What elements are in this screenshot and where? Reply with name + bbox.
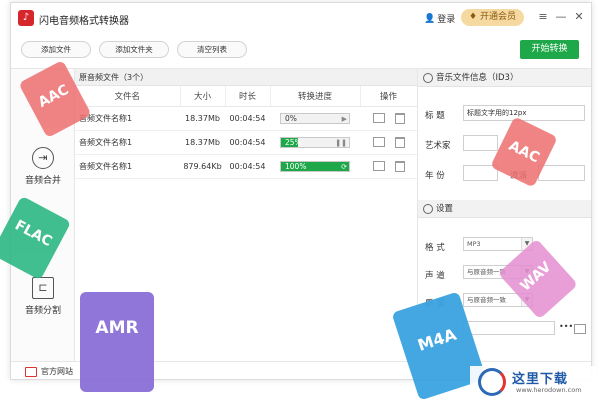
start-convert-button[interactable]: 开始转换 bbox=[520, 40, 579, 59]
add-file-button[interactable]: 添加文件 bbox=[21, 41, 91, 58]
progress-bar: 25% ❚❚ bbox=[280, 136, 350, 148]
trash-icon[interactable] bbox=[394, 136, 405, 148]
close-icon[interactable]: ✕ bbox=[571, 9, 587, 25]
split-icon: ⊏ bbox=[32, 277, 54, 299]
progress-cell: 25% ❚❚ bbox=[270, 130, 360, 155]
title-input[interactable]: 标题文字用的12px bbox=[463, 105, 585, 121]
menu-icon[interactable]: ≡ bbox=[535, 9, 551, 25]
col-progress: 转换进度 bbox=[270, 86, 361, 107]
file-size: 18.37Mb bbox=[180, 130, 225, 155]
year-label: 年 份 bbox=[425, 171, 445, 181]
folder-icon[interactable] bbox=[372, 161, 385, 171]
progress-label: 25% bbox=[285, 137, 302, 147]
file-list-header: 原音频文件（3个） bbox=[75, 69, 417, 86]
gear-icon bbox=[423, 204, 433, 214]
actions-cell bbox=[360, 154, 417, 179]
progress-bar: 0% ▶ bbox=[280, 112, 350, 124]
output-path-input[interactable] bbox=[463, 321, 555, 335]
add-folder-button[interactable]: 添加文件夹 bbox=[99, 41, 169, 58]
progress-label: 0% bbox=[285, 113, 297, 123]
play-icon[interactable]: ▶ bbox=[342, 114, 347, 124]
clear-list-button[interactable]: 清空列表 bbox=[177, 41, 247, 58]
settings-header: 设置 bbox=[418, 200, 591, 218]
file-duration: 00:04:54 bbox=[225, 154, 270, 179]
nav-split-label: 音频分割 bbox=[24, 306, 61, 316]
login-link[interactable]: 👤 登录 bbox=[424, 12, 456, 26]
watermark-logo-icon bbox=[478, 368, 506, 396]
official-site-link[interactable]: 官方网站 bbox=[25, 366, 73, 377]
table-row[interactable]: 音频文件名称1 18.37Mb 00:04:54 0% ▶ bbox=[75, 106, 417, 131]
format-label: 格 式 bbox=[425, 243, 445, 253]
actions-cell bbox=[360, 106, 417, 131]
progress-bar: 100% ⟳ bbox=[280, 160, 350, 172]
vip-button[interactable]: ♦ 开通会员 bbox=[461, 9, 524, 26]
pause-icon[interactable]: ❚❚ bbox=[335, 138, 347, 148]
trash-icon[interactable] bbox=[394, 112, 405, 124]
col-actions: 操作 bbox=[360, 86, 418, 107]
aac2-label: AAC bbox=[506, 137, 542, 167]
app-title: 闪电音频格式转换器 bbox=[39, 16, 129, 27]
m4a-label: M4A bbox=[415, 324, 459, 355]
official-site-label: 官方网站 bbox=[41, 367, 73, 376]
table-row[interactable]: 音频文件名称1 18.37Mb 00:04:54 25% ❚❚ bbox=[75, 130, 417, 155]
id3-header: 音乐文件信息（ID3） bbox=[418, 69, 591, 87]
flac-label: FLAC bbox=[12, 217, 55, 250]
file-duration: 00:04:54 bbox=[225, 106, 270, 131]
channel-label: 声 道 bbox=[425, 271, 445, 281]
file-name: 音频文件名称1 bbox=[75, 130, 180, 155]
nav-merge-label: 音频合并 bbox=[24, 176, 61, 186]
vip-label: 开通会员 bbox=[479, 12, 516, 22]
file-name: 音频文件名称1 bbox=[75, 106, 180, 131]
amr-file-icon: AMR bbox=[80, 292, 154, 392]
progress-label: 100% bbox=[285, 161, 307, 171]
watermark-text: 这里下载 bbox=[512, 372, 569, 387]
table-header-row: 文件名 大小 时长 转换进度 操作 bbox=[75, 86, 418, 107]
col-filename: 文件名 bbox=[75, 86, 181, 107]
format-select[interactable]: MP3 ▼ bbox=[463, 237, 533, 251]
id3-header-label: 音乐文件信息（ID3） bbox=[436, 73, 519, 83]
settings-header-label: 设置 bbox=[436, 204, 454, 214]
wav-label: WAV bbox=[517, 258, 555, 295]
aac-label: AAC bbox=[35, 81, 72, 111]
watermark-url: www.herodown.com bbox=[516, 386, 582, 394]
folder-icon[interactable] bbox=[574, 324, 586, 334]
file-duration: 00:04:54 bbox=[225, 130, 270, 155]
col-duration: 时长 bbox=[225, 86, 271, 107]
col-size: 大小 bbox=[180, 86, 226, 107]
user-icon: 👤 bbox=[424, 13, 436, 24]
amr-label: AMR bbox=[95, 318, 139, 338]
screenshot-stage: ♪ 闪电音频格式转换器 👤 登录 ♦ 开通会员 ≡ — ✕ 添加文件 添加文件夹… bbox=[0, 0, 600, 400]
refresh-icon[interactable]: ⟳ bbox=[341, 162, 347, 172]
title-bar: ♪ 闪电音频格式转换器 👤 登录 ♦ 开通会员 ≡ — ✕ bbox=[11, 3, 591, 33]
login-label: 登录 bbox=[437, 15, 456, 25]
nav-item-merge[interactable]: ⇥ 音频合并 bbox=[11, 147, 75, 186]
progress-cell: 100% ⟳ bbox=[270, 154, 360, 179]
file-name: 音频文件名称1 bbox=[75, 154, 180, 179]
table-row[interactable]: 音频文件名称1 879.64Kb 00:04:54 100% ⟳ bbox=[75, 154, 417, 179]
file-size: 879.64Kb bbox=[180, 154, 225, 179]
trash-icon[interactable] bbox=[394, 160, 405, 172]
folder-icon[interactable] bbox=[372, 113, 385, 123]
merge-icon: ⇥ bbox=[32, 147, 54, 169]
artist-label: 艺术家 bbox=[425, 141, 451, 151]
toolbar: 添加文件 添加文件夹 清空列表 开始转换 bbox=[11, 33, 591, 69]
artist-input[interactable] bbox=[463, 135, 498, 151]
format-value: MP3 bbox=[467, 240, 481, 248]
minimize-icon[interactable]: — bbox=[553, 9, 569, 25]
file-table: 文件名 大小 时长 转换进度 操作 音频文件名称1 18.37Mb 00:04:… bbox=[75, 86, 418, 179]
music-info-icon bbox=[423, 73, 433, 83]
folder-icon[interactable] bbox=[372, 137, 385, 147]
progress-cell: 0% ▶ bbox=[270, 106, 360, 131]
actions-cell bbox=[360, 130, 417, 155]
nav-item-split[interactable]: ⊏ 音频分割 bbox=[11, 277, 75, 316]
app-logo-icon: ♪ bbox=[18, 10, 34, 26]
quality-value: 与原音频一致 bbox=[467, 296, 506, 304]
watermark: 这里下载 www.herodown.com bbox=[470, 366, 596, 398]
more-icon[interactable]: ••• bbox=[559, 322, 573, 331]
diamond-icon: ♦ bbox=[469, 12, 478, 22]
genre-input[interactable] bbox=[538, 165, 585, 181]
file-size: 18.37Mb bbox=[180, 106, 225, 131]
monitor-icon bbox=[25, 366, 37, 377]
title-label: 标 题 bbox=[425, 111, 445, 121]
